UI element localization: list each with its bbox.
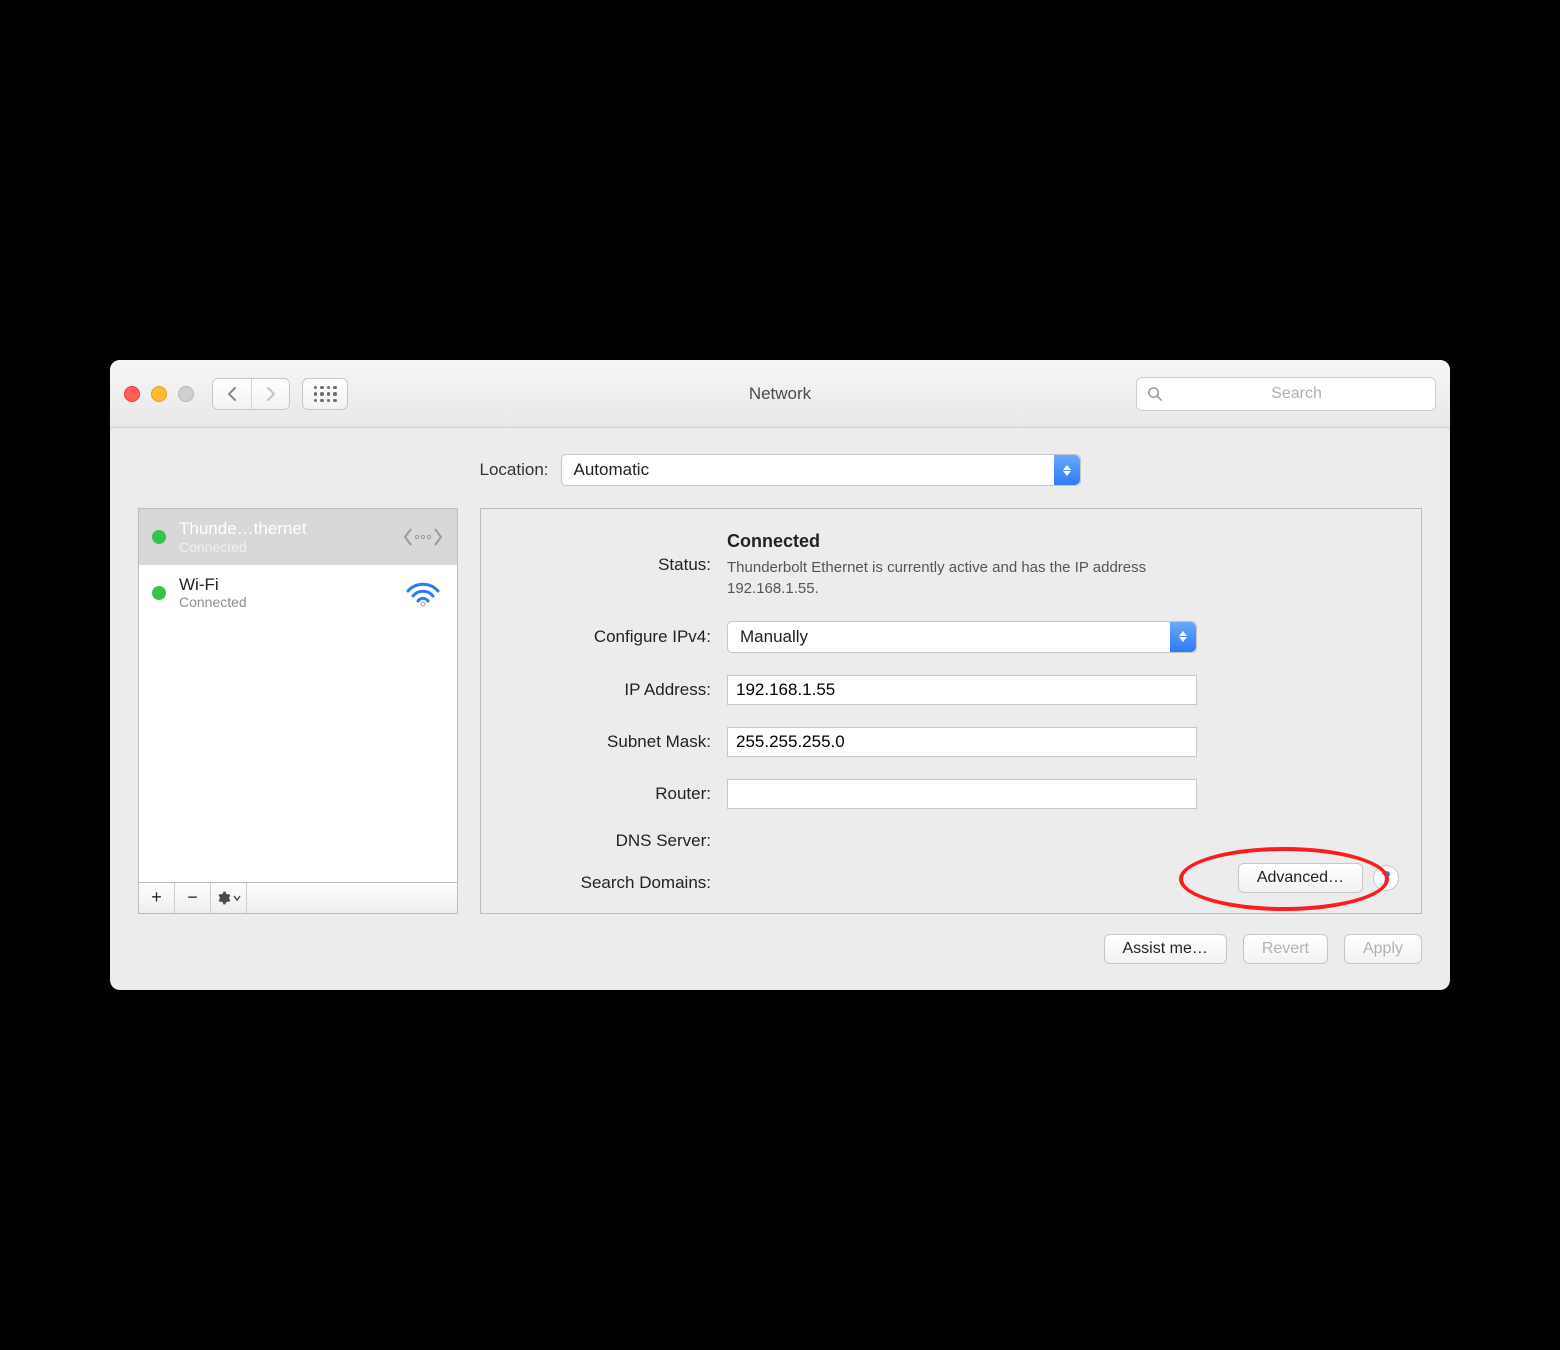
assist-me-button[interactable]: Assist me… xyxy=(1104,934,1227,964)
search-icon xyxy=(1147,386,1162,401)
minimize-icon[interactable] xyxy=(151,386,167,402)
service-name: Wi-Fi xyxy=(179,575,391,595)
service-name: Thunde…thernet xyxy=(179,519,391,539)
configure-ipv4-select[interactable]: Manually xyxy=(727,621,1197,653)
location-value: Automatic xyxy=(574,460,650,480)
service-status: Connected xyxy=(179,539,391,555)
wifi-icon xyxy=(399,579,447,607)
status-dot-icon xyxy=(152,586,166,600)
ip-address-input[interactable] xyxy=(727,675,1197,705)
service-sidebar: Thunde…thernet Connected xyxy=(138,508,458,914)
ethernet-icon xyxy=(399,523,447,551)
status-value: Connected xyxy=(727,531,1393,552)
back-button[interactable] xyxy=(213,379,251,409)
chevron-updown-icon xyxy=(1054,455,1080,485)
location-label: Location: xyxy=(480,460,549,480)
grid-icon xyxy=(314,386,337,403)
router-input[interactable] xyxy=(727,779,1197,809)
dns-server-label: DNS Server: xyxy=(481,831,711,851)
service-item-thunderbolt[interactable]: Thunde…thernet Connected xyxy=(139,509,457,565)
add-service-button[interactable]: + xyxy=(139,883,175,913)
status-label: Status: xyxy=(481,555,711,575)
service-list[interactable]: Thunde…thernet Connected xyxy=(138,508,458,882)
chevron-updown-icon xyxy=(1170,622,1196,652)
footer-buttons: Assist me… Revert Apply xyxy=(138,914,1422,964)
help-button[interactable]: ? xyxy=(1373,865,1399,891)
router-label: Router: xyxy=(481,784,711,804)
location-select[interactable]: Automatic xyxy=(561,454,1081,486)
service-status: Connected xyxy=(179,594,391,610)
show-all-button[interactable] xyxy=(302,378,348,410)
close-icon[interactable] xyxy=(124,386,140,402)
remove-service-button[interactable]: − xyxy=(175,883,211,913)
nav-segment xyxy=(212,378,290,410)
detail-pane: Status: Connected Thunderbolt Ethernet i… xyxy=(480,508,1422,914)
subnet-mask-label: Subnet Mask: xyxy=(481,732,711,752)
configure-ipv4-value: Manually xyxy=(740,627,808,647)
advanced-button[interactable]: Advanced… xyxy=(1238,863,1363,893)
status-block: Connected Thunderbolt Ethernet is curren… xyxy=(727,531,1393,599)
titlebar: Network xyxy=(110,360,1450,428)
ip-address-label: IP Address: xyxy=(481,680,711,700)
gear-icon xyxy=(217,891,231,905)
location-row: Location: Automatic xyxy=(138,428,1422,508)
zoom-icon[interactable] xyxy=(178,386,194,402)
network-prefs-window: Network Location: Automatic Thunde…thern xyxy=(110,360,1450,990)
revert-button[interactable]: Revert xyxy=(1243,934,1328,964)
apply-button[interactable]: Apply xyxy=(1344,934,1422,964)
search-field[interactable] xyxy=(1136,377,1436,411)
traffic-lights xyxy=(124,386,194,402)
service-item-wifi[interactable]: Wi-Fi Connected xyxy=(139,565,457,621)
forward-button[interactable] xyxy=(251,379,289,409)
service-toolbar: + − xyxy=(138,882,458,914)
chevron-down-icon xyxy=(233,895,241,901)
configure-ipv4-label: Configure IPv4: xyxy=(481,627,711,647)
search-domains-label: Search Domains: xyxy=(481,873,711,893)
search-input[interactable] xyxy=(1168,385,1425,403)
status-desc: Thunderbolt Ethernet is currently active… xyxy=(727,558,1207,599)
service-options-button[interactable] xyxy=(211,883,247,913)
status-dot-icon xyxy=(152,530,166,544)
subnet-mask-input[interactable] xyxy=(727,727,1197,757)
